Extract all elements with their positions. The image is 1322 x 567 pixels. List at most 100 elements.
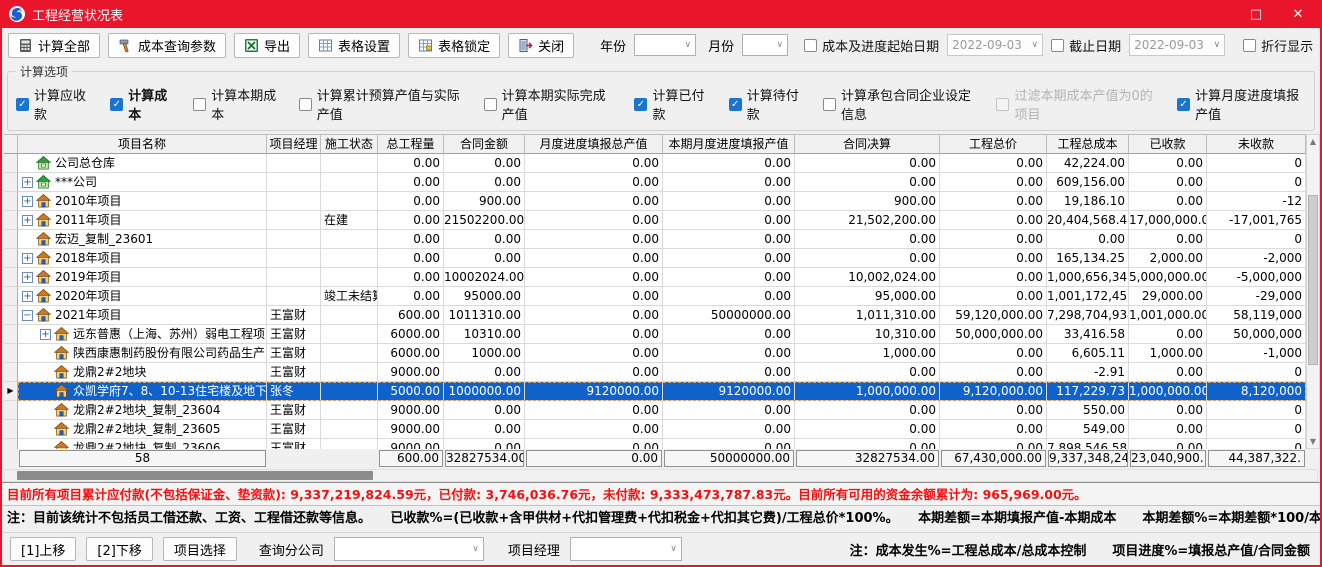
table-row[interactable]: + 2020年项目 竣工未结算 0.00 95000.00 0.00 0.00 … (4, 287, 1306, 306)
cell-cost: 117,229.73 (1047, 382, 1129, 401)
calc-option-9[interactable]: ✓计算月度进度填报产值 (1177, 85, 1306, 123)
column-header[interactable]: 未收款 (1207, 134, 1306, 154)
tree-expand-icon[interactable]: + (22, 177, 33, 188)
cell-settle: 10,310.00 (795, 325, 940, 344)
tree-expand-icon[interactable]: − (22, 310, 33, 321)
vertical-scroll-thumb[interactable] (1308, 195, 1318, 365)
cell-project-name: + 远东普惠（上海、苏州）弱电工程项 (18, 325, 267, 344)
cell-period: 0.00 (663, 325, 795, 344)
year-select[interactable]: ∨ (634, 34, 696, 56)
table-row[interactable]: 龙鼎2#2地块 王富财 9000.00 0.00 0.00 0.00 0.00 … (4, 363, 1306, 382)
cell-recv: 5,000,000.00 (1129, 268, 1207, 287)
calc-option-1[interactable]: ✓计算成本 (110, 85, 171, 123)
cost-query-params-button[interactable]: 成本查询参数 (108, 33, 226, 58)
calc-option-7[interactable]: 计算承包合同企业设定信息 (823, 85, 974, 123)
month-label: 月份 (708, 36, 734, 55)
month-select[interactable]: ∨ (742, 34, 788, 56)
calc-option-8: 过滤本期成本产值为0的项目 (996, 85, 1155, 123)
cell-status (321, 325, 378, 344)
column-header[interactable]: 月度进度填报总产值 (525, 134, 663, 154)
maximize-button[interactable]: □ (1248, 7, 1264, 22)
column-header[interactable]: 合同金额 (444, 134, 525, 154)
tree-expand-icon[interactable]: + (22, 272, 33, 283)
cell-monthly: 9120000.00 (525, 382, 663, 401)
table-row[interactable]: + 2018年项目 0.00 0.00 0.00 0.00 0.00 0.00 … (4, 249, 1306, 268)
checkbox-box (193, 98, 206, 111)
column-header[interactable]: 工程总成本 (1047, 134, 1129, 154)
table-row[interactable]: + 2010年项目 0.00 900.00 0.00 0.00 900.00 0… (4, 192, 1306, 211)
calc-option-5[interactable]: ✓计算已付款 (634, 85, 706, 123)
calc-option-0[interactable]: ✓计算应收款 (16, 85, 88, 123)
calc-option-label: 计算待付款 (747, 85, 801, 123)
close-window-button[interactable]: 关闭 (508, 33, 574, 58)
tree-expand-icon[interactable]: + (40, 329, 51, 340)
column-header[interactable]: 总工程量 (378, 134, 444, 154)
summary-period: 50000000.00 (664, 450, 794, 467)
close-button[interactable]: ✕ (1290, 7, 1306, 22)
horizontal-scroll-thumb[interactable] (17, 471, 373, 480)
horizontal-scrollbar[interactable] (4, 469, 1318, 482)
calc-all-button[interactable]: 计算全部 (8, 33, 100, 58)
calc-option-4[interactable]: 计算本期实际完成产值 (484, 85, 613, 123)
tree-expand-icon[interactable]: + (22, 253, 33, 264)
house-icon (54, 422, 69, 436)
table-row[interactable]: + 远东普惠（上海、苏州）弱电工程项 王富财 6000.00 10310.00 … (4, 325, 1306, 344)
start-date-checkbox[interactable]: 成本及进度起始日期 (804, 36, 939, 55)
cell-price: 0.00 (940, 363, 1047, 382)
cell-monthly: 0.00 (525, 363, 663, 382)
column-header[interactable]: 本期月度进度填报产值 (663, 134, 795, 154)
table-row[interactable]: − 2021年项目 王富财 600.00 1011310.00 0.00 500… (4, 306, 1306, 325)
move-down-button[interactable]: [2]下移 (86, 537, 152, 561)
tree-expand-icon[interactable]: + (22, 215, 33, 226)
column-header[interactable]: 已收款 (1129, 134, 1207, 154)
calc-option-2[interactable]: 计算本期成本 (193, 85, 277, 123)
cell-qty: 9000.00 (378, 401, 444, 420)
manager-select[interactable]: ∨ (570, 537, 682, 561)
tree-expand-icon[interactable]: + (22, 291, 33, 302)
export-button[interactable]: 导出 (234, 33, 300, 58)
table-row[interactable]: + 2011年项目 在建 0.00 21502200.00 0.00 0.00 … (4, 211, 1306, 230)
cell-contract: 0.00 (444, 154, 525, 173)
cell-project-name: + 2020年项目 (18, 287, 267, 306)
column-header[interactable]: 工程总价 (940, 134, 1047, 154)
column-header[interactable]: 施工状态 (321, 134, 378, 154)
table-row[interactable]: 龙鼎2#2地块_复制_23606 王富财 9000.00 0.00 0.00 0… (4, 439, 1306, 449)
branch-select[interactable]: ∨ (334, 537, 484, 561)
vertical-scrollbar[interactable]: ▲ ▼ (1306, 134, 1320, 449)
wrap-display-label: 折行显示 (1261, 36, 1313, 55)
calc-option-6[interactable]: ✓计算待付款 (729, 85, 801, 123)
table-row[interactable]: 龙鼎2#2地块_复制_23604 王富财 9000.00 0.00 0.00 0… (4, 401, 1306, 420)
table-row[interactable]: ▶ 众凯学府7、8、10-13住宅楼及地下 张冬 5000.00 1000000… (4, 382, 1306, 401)
end-date-picker[interactable]: 2022-09-03∨ (1129, 34, 1225, 56)
table-row[interactable]: 宏迈_复制_23601 0.00 0.00 0.00 0.00 0.00 0.0… (4, 230, 1306, 249)
excel-icon (244, 38, 259, 53)
manager-select-label: 项目经理 (508, 540, 560, 559)
move-up-button[interactable]: [1]上移 (10, 537, 76, 561)
table-row[interactable]: + 2019年项目 0.00 10002024.00 0.00 0.00 10,… (4, 268, 1306, 287)
tree-expand-icon[interactable]: + (22, 196, 33, 207)
project-name: 远东普惠（上海、苏州）弱电工程项 (73, 325, 265, 343)
table-row[interactable]: 公司总仓库 0.00 0.00 0.00 0.00 0.00 0.00 42,2… (4, 154, 1306, 173)
calc-option-3[interactable]: 计算累计预算产值与实际产值 (299, 85, 462, 123)
table-row[interactable]: 陕西康惠制药股份有限公司药品生产 王富财 6000.00 1000.00 0.0… (4, 344, 1306, 363)
start-date-picker[interactable]: 2022-09-03∨ (947, 34, 1043, 56)
table-row[interactable]: + ***公司 0.00 0.00 0.00 0.00 0.00 0.00 60… (4, 173, 1306, 192)
table-lock-button[interactable]: 表格锁定 (408, 33, 500, 58)
column-header[interactable]: 合同决算 (795, 134, 940, 154)
cell-unrecv: 0 (1207, 420, 1306, 439)
end-date-checkbox[interactable]: 截止日期 (1051, 36, 1121, 55)
cell-monthly: 0.00 (525, 325, 663, 344)
project-select-button[interactable]: 项目选择 (163, 537, 237, 561)
column-header[interactable]: 项目名称 (18, 134, 267, 154)
wrap-display-checkbox[interactable]: 折行显示 (1243, 36, 1313, 55)
house-icon (36, 175, 51, 189)
column-header[interactable]: 项目经理 (267, 134, 321, 154)
cell-cost: 165,134.25 (1047, 249, 1129, 268)
cell-cost: 19,186.10 (1047, 192, 1129, 211)
table-settings-button[interactable]: 表格设置 (308, 33, 400, 58)
scroll-up-icon[interactable]: ▲ (1307, 137, 1319, 146)
summary-recv: 23,040,900. (1130, 450, 1206, 467)
checkbox-box (484, 98, 497, 111)
table-row[interactable]: 龙鼎2#2地块_复制_23605 王富财 9000.00 0.00 0.00 0… (4, 420, 1306, 439)
scroll-down-icon[interactable]: ▼ (1307, 437, 1319, 446)
